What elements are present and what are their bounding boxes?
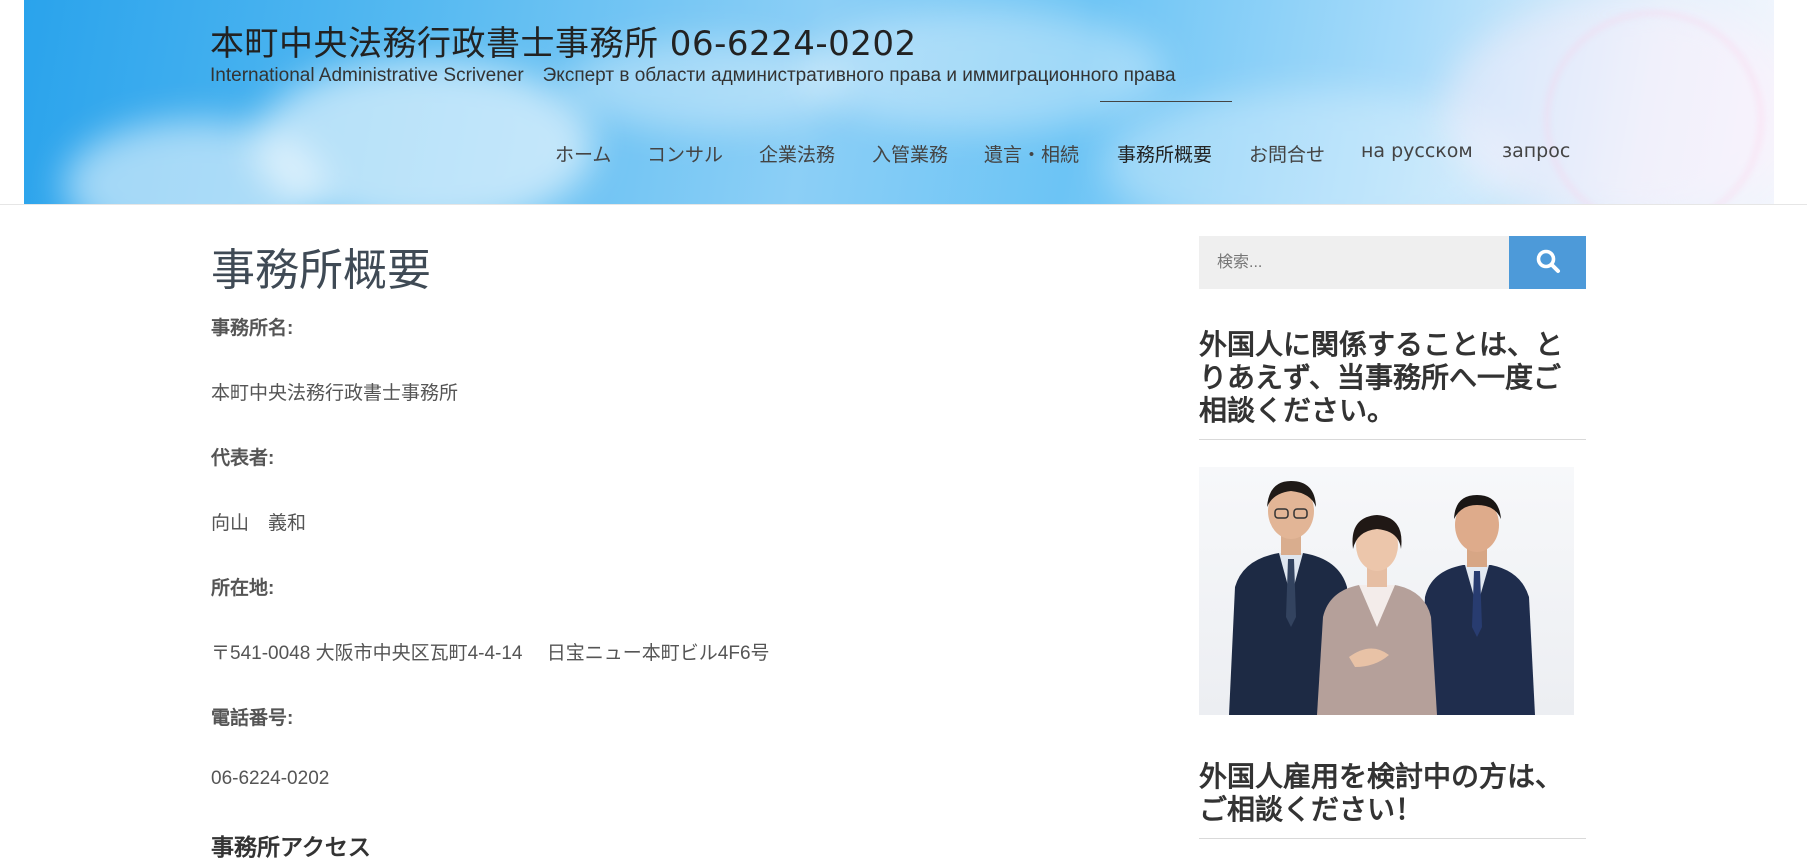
office-name-value: 本町中央法務行政書士事務所 [211, 383, 459, 404]
nav-item-contact[interactable]: お問合せ [1249, 140, 1325, 167]
site-tagline: International Administrative Scrivener Э… [210, 65, 1176, 86]
tagline-underline [1100, 101, 1232, 102]
office-access-heading: 事務所アクセス [211, 835, 371, 861]
nav-item-inheritance[interactable]: 遺言・相続 [984, 140, 1079, 167]
search-button[interactable] [1509, 236, 1586, 289]
nav-item-consulting[interactable]: コンサル [647, 140, 723, 167]
business-people-photo [1199, 467, 1574, 715]
site-title[interactable]: 本町中央法務行政書士事務所 06-6224-0202 [210, 16, 917, 65]
office-name-label: 事務所名: [211, 318, 294, 339]
nav-item-russian[interactable]: на русском [1361, 140, 1473, 162]
header-divider [0, 204, 1807, 205]
nav-item-office-overview[interactable]: 事務所概要 [1117, 140, 1212, 167]
representative-value: 向山 義和 [211, 513, 307, 534]
nav-item-immigration[interactable]: 入管業務 [872, 140, 948, 167]
address-value: 〒541-0048 大阪市中央区瓦町4-4-14 日宝ニュー本町ビル4F6号 [211, 643, 770, 664]
search-icon [1535, 248, 1561, 277]
nav-item-home[interactable]: ホーム [555, 140, 611, 167]
search-input[interactable] [1199, 236, 1509, 289]
widget-title-consultation: 外国人に関係することは、とりあえず、当事務所へ一度ご相談ください。 [1199, 328, 1564, 427]
widget-divider [1199, 439, 1586, 440]
page-title: 事務所概要 [211, 245, 431, 296]
widget-divider [1199, 838, 1586, 839]
nav-item-request[interactable]: запрос [1502, 140, 1570, 162]
address-label: 所在地: [211, 578, 275, 599]
representative-label: 代表者: [211, 448, 275, 469]
main-navigation: ホーム コンサル 企業法務 入管業務 遺言・相続 事務所概要 お問合せ на р… [0, 140, 1807, 170]
phone-label: 電話番号: [211, 708, 294, 729]
phone-value[interactable]: 06-6224-0202 [211, 768, 329, 790]
widget-title-employment: 外国人雇用を検討中の方は、ご相談ください！ [1199, 760, 1564, 826]
nav-item-corporate[interactable]: 企業法務 [759, 140, 835, 167]
